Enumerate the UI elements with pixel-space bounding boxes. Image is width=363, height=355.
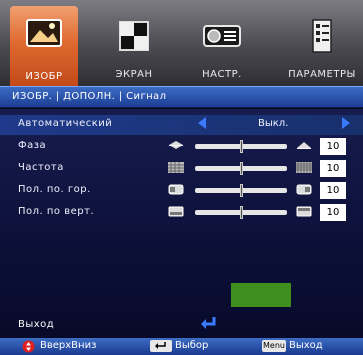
frequency-low-icon	[168, 162, 184, 173]
exit-label[interactable]: Выход	[18, 319, 54, 330]
green-indicator	[231, 283, 291, 307]
automatic-value: Выкл.	[258, 118, 289, 129]
tab-label: ИЗОБР	[25, 71, 63, 82]
frequency-slider[interactable]	[195, 162, 287, 175]
row-label: Частота	[18, 162, 64, 173]
options-icon	[312, 19, 332, 53]
signal-settings-panel: Автоматический Выкл. Фаза 10 Частота 10 …	[0, 109, 363, 338]
slider-knob[interactable]	[239, 140, 243, 153]
frequency-high-icon	[296, 162, 312, 173]
slider-knob[interactable]	[239, 184, 243, 197]
row-phase[interactable]: Фаза 10	[0, 137, 363, 157]
slider-knob[interactable]	[239, 162, 243, 175]
arrow-right-icon[interactable]	[342, 117, 350, 129]
exit-help-label: Выход	[289, 340, 323, 351]
row-label: Пол. по верт.	[18, 206, 95, 217]
screen-icon	[119, 21, 149, 51]
phase-high-icon	[297, 142, 311, 149]
row-label: Автоматический	[18, 118, 113, 129]
frequency-value: 10	[320, 160, 346, 177]
hpos-right-icon	[296, 184, 312, 195]
row-horizontal-position[interactable]: Пол. по. гор. 10	[0, 181, 363, 201]
picture-icon	[26, 19, 62, 47]
hpos-left-icon	[168, 184, 184, 195]
row-automatic[interactable]: Автоматический Выкл.	[0, 115, 363, 135]
row-frequency[interactable]: Частота 10	[0, 159, 363, 179]
bottom-help-bar: ВверхВниз Выбор Menu Выход	[0, 338, 363, 355]
arrow-left-icon[interactable]	[198, 117, 206, 129]
vpos-slider[interactable]	[195, 206, 287, 219]
breadcrumb: ИЗОБР. | ДОПОЛН. | Сигнал	[0, 86, 363, 108]
vpos-value: 10	[320, 204, 346, 221]
row-vertical-position[interactable]: Пол. по верт. 10	[0, 203, 363, 223]
tab-screen[interactable]: ЭКРАН	[100, 8, 168, 84]
tab-settings[interactable]: НАСТР.	[188, 8, 256, 84]
updown-icon	[22, 340, 35, 353]
phase-slider[interactable]	[195, 140, 287, 153]
row-label: Фаза	[18, 140, 47, 151]
tab-options[interactable]: ПАРАМЕТРЫ	[282, 8, 362, 84]
tab-label: ПАРАМЕТРЫ	[288, 69, 356, 80]
menu-key-icon: Menu	[262, 340, 286, 352]
tab-bar: ИЗОБР ЭКРАН НАСТР. ПАРАМЕТРЫ	[0, 0, 363, 86]
hpos-value: 10	[320, 182, 346, 199]
slider-knob[interactable]	[239, 206, 243, 219]
vpos-bottom-icon	[168, 206, 184, 217]
tab-label: НАСТР.	[202, 69, 242, 80]
osd-menu: ИЗОБР ЭКРАН НАСТР. ПАРАМЕТРЫ ИЗОБР. | ДО…	[0, 0, 363, 355]
phase-value: 10	[320, 138, 346, 155]
hpos-slider[interactable]	[195, 184, 287, 197]
row-label: Пол. по. гор.	[18, 184, 91, 195]
vpos-top-icon	[296, 206, 312, 217]
breadcrumb-text: ИЗОБР. | ДОПОЛН. | Сигнал	[12, 91, 167, 102]
tab-label: ЭКРАН	[115, 69, 153, 80]
tab-image[interactable]: ИЗОБР	[10, 6, 78, 86]
projector-icon	[203, 25, 241, 47]
select-label: Выбор	[175, 340, 209, 351]
phase-low-icon	[169, 141, 183, 149]
enter-icon[interactable]	[200, 316, 218, 330]
updown-label: ВверхВниз	[40, 340, 97, 351]
enter-key-icon	[150, 340, 172, 352]
